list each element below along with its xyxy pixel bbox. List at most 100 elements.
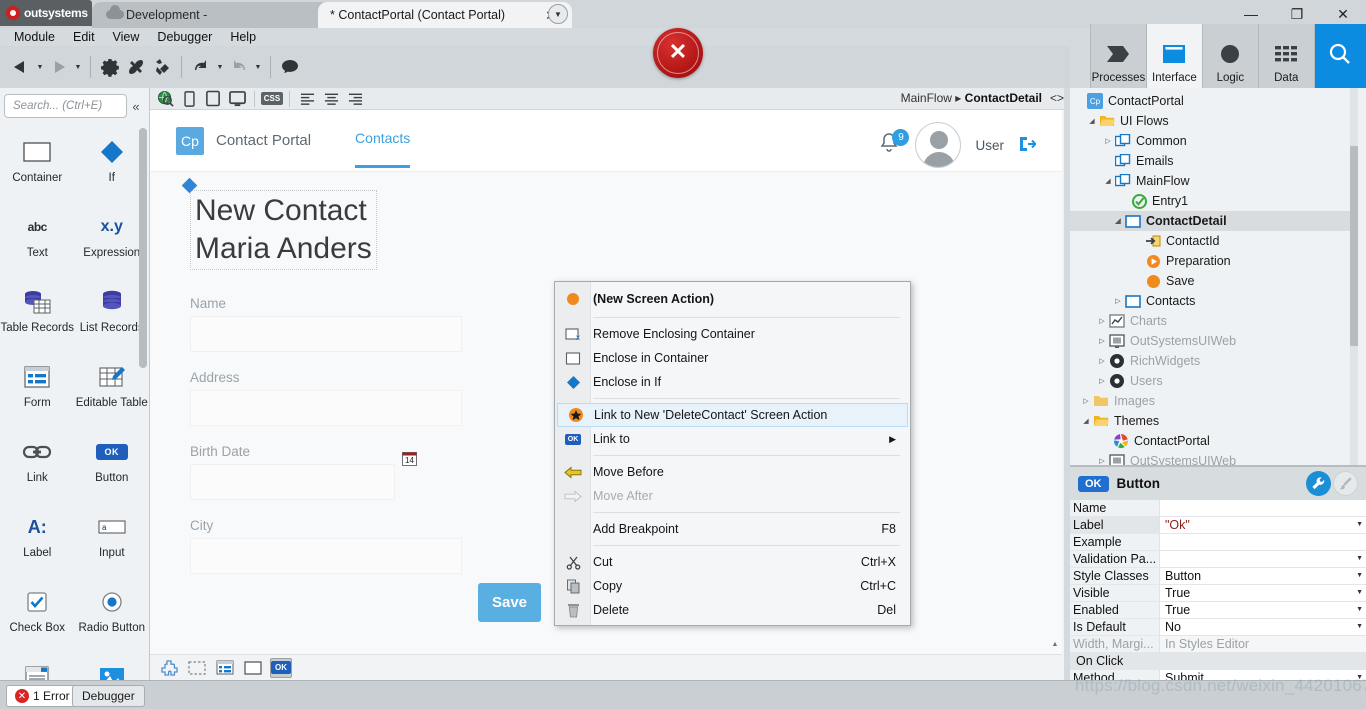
tree-item-richwidgets[interactable]: ▷ RichWidgets	[1070, 351, 1358, 371]
tool-button[interactable]: OK Button	[75, 428, 150, 503]
align-center-icon[interactable]	[320, 89, 342, 109]
search-input[interactable]: Search... (Ctrl+E)	[4, 94, 127, 118]
property-row-validation-parameter[interactable]: Validation Pa... ▼	[1070, 551, 1366, 568]
tree-twisty[interactable]: ▷	[1096, 357, 1108, 365]
chevron-down-icon[interactable]: ▼	[1356, 619, 1363, 635]
property-row-label[interactable]: Label "Ok" ▼	[1070, 517, 1366, 534]
align-right-icon[interactable]	[344, 89, 366, 109]
view-code-icon[interactable]: <>	[1050, 91, 1064, 105]
tab-logic[interactable]: Logic	[1201, 24, 1258, 88]
tool-editable-table[interactable]: Editable Table	[75, 353, 150, 428]
tree-item-contactportal[interactable]: Cp ContactPortal	[1070, 91, 1358, 111]
tree-item-contactdetail[interactable]: ◢ ContactDetail	[1070, 211, 1358, 231]
tree-twisty[interactable]: ▷	[1096, 337, 1108, 345]
tree-twisty[interactable]: ▷	[1096, 457, 1108, 465]
phone-icon[interactable]	[178, 89, 200, 109]
form-icon[interactable]	[214, 658, 236, 678]
scroll-up-icon[interactable]: ▲	[1050, 638, 1060, 650]
desktop-icon[interactable]	[226, 89, 248, 109]
toolbox-scroll-thumb[interactable]	[139, 128, 147, 368]
tree-item-mainflow[interactable]: ◢ MainFlow	[1070, 171, 1358, 191]
logout-icon[interactable]	[1018, 135, 1037, 156]
debugger-button[interactable]: Debugger	[72, 685, 145, 707]
undo-icon[interactable]	[188, 53, 214, 81]
back-dropdown-icon[interactable]: ▼	[34, 53, 46, 81]
tree-item-theme-outsystemsuiweb[interactable]: ▷ OutSystemsUIWeb	[1070, 451, 1358, 465]
menu-module[interactable]: Module	[6, 29, 63, 45]
menu-view[interactable]: View	[105, 29, 148, 45]
browser-preview-icon[interactable]	[154, 89, 176, 109]
tree-item-preparation[interactable]: Preparation	[1070, 251, 1358, 271]
tool-input[interactable]: a Input	[75, 503, 150, 578]
chevron-down-icon[interactable]: ▼	[1356, 551, 1363, 567]
save-button[interactable]: Save	[478, 583, 541, 622]
tree-twisty[interactable]: ◢	[1112, 217, 1124, 225]
chevron-down-icon[interactable]: ▼	[1356, 602, 1363, 618]
context-item-move-before[interactable]: Move Before	[555, 460, 910, 484]
tree-item-entry1[interactable]: Entry1	[1070, 191, 1358, 211]
field-input-birth-date[interactable]	[190, 464, 395, 500]
back-arrow-icon[interactable]	[8, 53, 34, 81]
tree-twisty[interactable]: ◢	[1080, 417, 1092, 425]
tree-item-contactid[interactable]: ContactId	[1070, 231, 1358, 251]
property-row-is-default[interactable]: Is Default No ▼	[1070, 619, 1366, 636]
tree-item-common[interactable]: ▷ Common	[1070, 131, 1358, 151]
tool-label[interactable]: A: Label	[0, 503, 75, 578]
tree-item-emails[interactable]: Emails	[1070, 151, 1358, 171]
context-item-remove-enclosing-container[interactable]: x Remove Enclosing Container	[555, 322, 910, 346]
publish-icon[interactable]	[149, 53, 175, 81]
property-row-style-classes[interactable]: Style Classes Button ▼	[1070, 568, 1366, 585]
chevron-down-icon[interactable]: ▼	[1356, 585, 1363, 601]
container-icon[interactable]	[242, 658, 264, 678]
global-search-button[interactable]	[1313, 24, 1366, 88]
context-item-enclose-in-container[interactable]: Enclose in Container	[555, 346, 910, 370]
context-item-link-to[interactable]: OK Link to ▶	[555, 427, 910, 451]
property-value[interactable]: ▼	[1160, 551, 1366, 567]
tree-item-images[interactable]: ▷ Images	[1070, 391, 1358, 411]
tree-twisty[interactable]: ▷	[1096, 377, 1108, 385]
context-item-enclose-in-if[interactable]: Enclose in If	[555, 370, 910, 394]
tree-twisty[interactable]: ▷	[1112, 297, 1124, 305]
tool-text[interactable]: abc Text	[0, 203, 75, 278]
gear-icon[interactable]	[97, 53, 123, 81]
menu-edit[interactable]: Edit	[65, 29, 103, 45]
context-item-copy[interactable]: Copy Ctrl+C	[555, 574, 910, 598]
property-value[interactable]: No ▼	[1160, 619, 1366, 635]
tool-if[interactable]: If	[75, 128, 150, 203]
property-value[interactable]: True ▼	[1160, 585, 1366, 601]
tab-data[interactable]: Data	[1257, 24, 1314, 88]
property-value[interactable]: Button ▼	[1160, 568, 1366, 584]
tree-scroll-thumb[interactable]	[1350, 146, 1358, 346]
tool-form[interactable]: Form	[0, 353, 75, 428]
tree-item-theme-contactportal[interactable]: ContactPortal	[1070, 431, 1358, 451]
context-item-delete[interactable]: Delete Del	[555, 598, 910, 622]
canvas-scrollbar[interactable]: ▲	[1050, 134, 1060, 650]
tree-twisty[interactable]: ◢	[1102, 177, 1114, 185]
widget-tree-icon[interactable]	[158, 658, 180, 678]
tree-item-ui-flows[interactable]: ◢ UI Flows	[1070, 111, 1358, 131]
tool-check-box[interactable]: Check Box	[0, 578, 75, 653]
tree-item-users[interactable]: ▷ Users	[1070, 371, 1358, 391]
stop-publish-button[interactable]: ✕	[653, 28, 703, 78]
property-row-enabled[interactable]: Enabled True ▼	[1070, 602, 1366, 619]
plug-icon[interactable]	[123, 53, 149, 81]
tree-twisty[interactable]: ▷	[1096, 317, 1108, 325]
tree-item-save[interactable]: Save	[1070, 271, 1358, 291]
selection-icon[interactable]	[186, 658, 208, 678]
notification-bell-icon[interactable]: 9	[879, 129, 910, 158]
context-item-link-to-new-deletecontact[interactable]: Link to New 'DeleteContact' Screen Actio…	[557, 403, 908, 427]
css-button[interactable]: CSS	[260, 89, 284, 109]
tab-contactportal[interactable]: * ContactPortal (Contact Portal) ✕	[318, 2, 572, 28]
tool-radio-button[interactable]: Radio Button	[75, 578, 150, 653]
comment-icon[interactable]	[277, 53, 303, 81]
tree-item-contacts[interactable]: ▷ Contacts	[1070, 291, 1358, 311]
chevron-down-icon[interactable]: ▼	[548, 4, 568, 24]
property-value[interactable]: True ▼	[1160, 602, 1366, 618]
brush-icon[interactable]	[1333, 471, 1358, 496]
tree-item-outsystemsuiweb[interactable]: ▷ OutSystemsUIWeb	[1070, 331, 1358, 351]
preview-nav-tab-contacts[interactable]: Contacts	[355, 130, 411, 168]
undo-dropdown-icon[interactable]: ▼	[214, 53, 226, 81]
context-item-new-screen-action[interactable]: (New Screen Action)	[555, 285, 910, 313]
redo-icon[interactable]	[226, 53, 252, 81]
error-count-button[interactable]: ✕ 1 Error	[6, 685, 79, 707]
